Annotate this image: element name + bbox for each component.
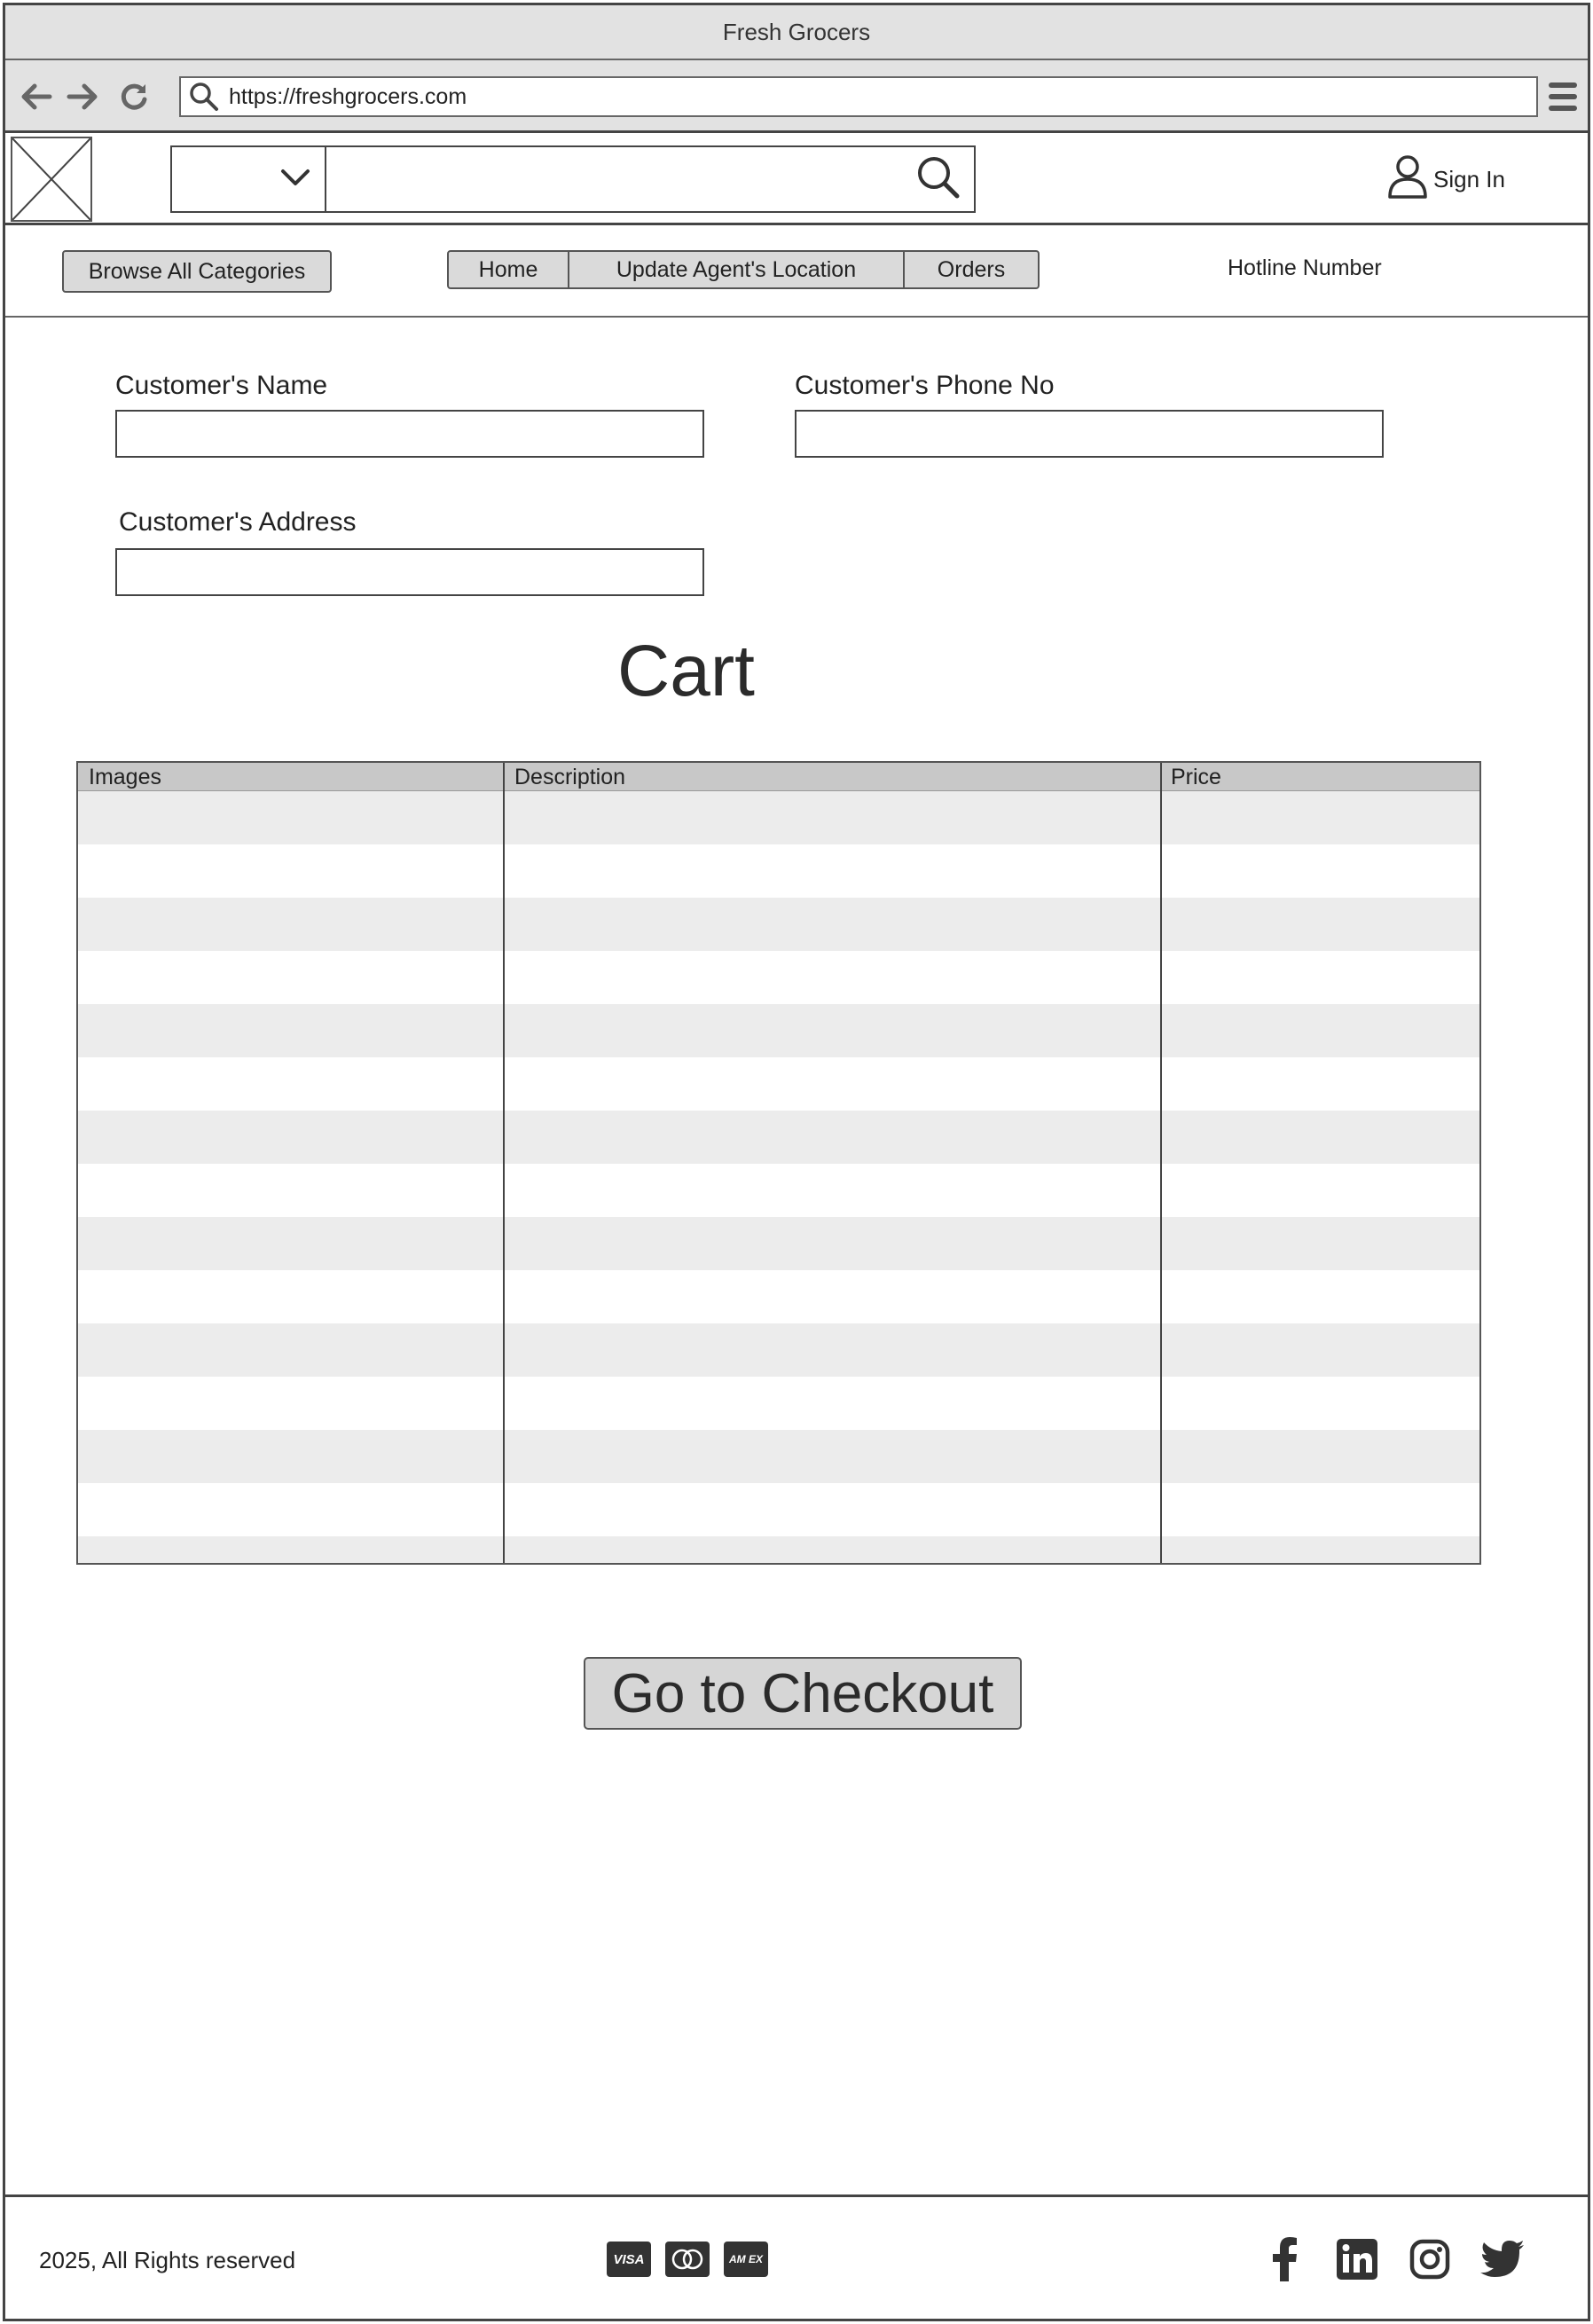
sign-in-label: Sign In [1433, 165, 1505, 192]
window-title: Fresh Grocers [722, 18, 871, 45]
table-row [78, 1430, 1479, 1483]
tab-update-agent-location[interactable]: Update Agent's Location [569, 252, 905, 287]
table-row [78, 1057, 1479, 1111]
checkout-button[interactable]: Go to Checkout [584, 1657, 1022, 1730]
site-header: Sign In [5, 133, 1588, 225]
reload-icon[interactable] [115, 78, 153, 115]
visa-icon: VISA [607, 2242, 651, 2277]
customer-name-label: Customer's Name [115, 371, 328, 400]
browse-categories-button[interactable]: Browse All Categories [62, 250, 332, 293]
table-row [78, 1377, 1479, 1430]
twitter-icon[interactable] [1479, 2236, 1526, 2282]
user-icon [1387, 154, 1428, 205]
nav-tabs: Home Update Agent's Location Orders [447, 250, 1040, 289]
search-bar [170, 145, 976, 213]
table-row [78, 1483, 1479, 1536]
table-row [78, 1004, 1479, 1057]
hamburger-menu-icon[interactable] [1547, 80, 1579, 114]
table-header: Images Description Price [78, 763, 1479, 791]
column-header-description: Description [514, 765, 626, 789]
column-header-images: Images [89, 765, 161, 789]
sign-in-link[interactable]: Sign In [1387, 154, 1505, 204]
url-text: https://freshgrocers.com [229, 83, 467, 109]
back-arrow-icon[interactable] [18, 78, 55, 115]
logo-placeholder[interactable] [11, 137, 92, 222]
customer-address-field[interactable] [115, 548, 704, 596]
search-input[interactable] [326, 147, 903, 211]
table-row [78, 1164, 1479, 1217]
tab-home[interactable]: Home [449, 252, 569, 287]
search-icon [916, 155, 961, 204]
address-bar: https://freshgrocers.com [5, 60, 1588, 133]
table-row [78, 1323, 1479, 1377]
search-button[interactable] [903, 147, 974, 211]
cart-table: Images Description Price [76, 761, 1481, 1565]
url-bar[interactable]: https://freshgrocers.com [179, 76, 1538, 117]
cart-title: Cart [617, 631, 755, 711]
column-divider [503, 763, 505, 1563]
customer-phone-label: Customer's Phone No [795, 371, 1055, 400]
instagram-icon[interactable] [1407, 2236, 1453, 2282]
customer-address-label: Customer's Address [119, 507, 357, 537]
payment-methods: VISA AM EX [607, 2242, 768, 2277]
tab-orders[interactable]: Orders [905, 252, 1038, 287]
table-row [78, 1270, 1479, 1323]
chevron-down-icon [280, 168, 310, 192]
facebook-icon[interactable] [1261, 2236, 1307, 2282]
copyright-text: 2025, All Rights reserved [39, 2247, 296, 2273]
table-row [78, 951, 1479, 1004]
mastercard-icon [665, 2242, 710, 2277]
social-links [1261, 2236, 1526, 2282]
hotline-number: Hotline Number [1228, 255, 1382, 280]
customer-phone-field[interactable] [795, 410, 1384, 458]
nav-bar: Browse All Categories Home Update Agent'… [5, 225, 1588, 318]
amex-icon: AM EX [724, 2242, 768, 2277]
browser-window: Fresh Grocers https://freshgrocers.com S… [3, 3, 1590, 2321]
table-row [78, 844, 1479, 898]
table-row [78, 791, 1479, 844]
table-row [78, 1217, 1479, 1270]
column-header-price: Price [1171, 765, 1221, 789]
footer: 2025, All Rights reserved VISA AM EX [5, 2194, 1588, 2324]
category-dropdown[interactable] [172, 147, 326, 211]
table-row [78, 898, 1479, 951]
linkedin-icon[interactable] [1334, 2236, 1380, 2282]
search-icon [188, 81, 220, 113]
table-body [78, 791, 1479, 1563]
title-bar: Fresh Grocers [5, 5, 1588, 60]
customer-name-field[interactable] [115, 410, 704, 458]
forward-arrow-icon[interactable] [64, 78, 101, 115]
column-divider [1160, 763, 1162, 1563]
table-row [78, 1536, 1479, 1563]
table-row [78, 1111, 1479, 1164]
